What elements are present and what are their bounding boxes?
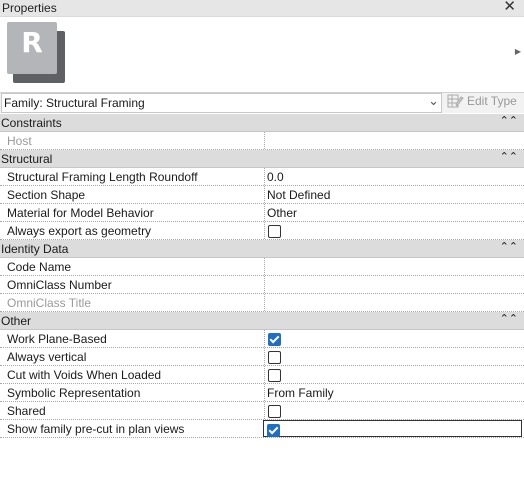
group-header-other[interactable]: Other ⌃⌃ bbox=[0, 312, 524, 330]
property-value: From Family bbox=[267, 386, 334, 400]
properties-grid: Constraints ⌃⌃ Host Structural ⌃⌃ Struct… bbox=[0, 114, 524, 438]
group-header-constraints[interactable]: Constraints ⌃⌃ bbox=[0, 114, 524, 132]
type-selector-value: Family: Structural Framing bbox=[4, 96, 145, 110]
collapse-icon[interactable]: ⌃⌃ bbox=[500, 150, 518, 163]
property-name: Section Shape bbox=[7, 188, 86, 202]
edit-type-button[interactable]: Edit Type bbox=[447, 94, 517, 109]
panel-title: Properties bbox=[2, 1, 57, 15]
property-value-cell[interactable] bbox=[264, 276, 522, 293]
group-label: Identity Data bbox=[1, 242, 69, 256]
property-value-cell[interactable]: Other bbox=[264, 204, 522, 221]
edit-type-icon bbox=[447, 94, 464, 108]
property-value-cell bbox=[264, 348, 522, 365]
property-name: Host bbox=[7, 134, 32, 148]
property-name: Always export as geometry bbox=[7, 224, 152, 238]
property-name: Material for Model Behavior bbox=[7, 206, 154, 220]
property-row-cut-voids[interactable]: Cut with Voids When Loaded bbox=[0, 366, 524, 384]
property-name: Code Name bbox=[7, 260, 72, 274]
property-row-export-geometry[interactable]: Always export as geometry bbox=[0, 222, 524, 240]
property-row-omniclass-number[interactable]: OmniClass Number bbox=[0, 276, 524, 294]
close-icon[interactable]: ✕ bbox=[503, 0, 516, 15]
property-value-cell[interactable] bbox=[264, 258, 522, 275]
property-value-cell bbox=[263, 420, 522, 437]
property-row-code-name[interactable]: Code Name bbox=[0, 258, 524, 276]
property-row-material-behavior[interactable]: Material for Model Behavior Other bbox=[0, 204, 524, 222]
property-row-symbolic-representation[interactable]: Symbolic Representation From Family bbox=[0, 384, 524, 402]
collapse-icon[interactable]: ⌃⌃ bbox=[500, 312, 518, 325]
property-name: OmniClass Number bbox=[7, 278, 112, 292]
property-name: OmniClass Title bbox=[7, 296, 92, 310]
collapse-icon[interactable]: ⌃⌃ bbox=[500, 114, 518, 127]
always-vertical-checkbox[interactable] bbox=[268, 351, 281, 364]
property-name: Work Plane-Based bbox=[7, 332, 107, 346]
property-name: Cut with Voids When Loaded bbox=[7, 368, 162, 382]
type-preview-area: R ▶ bbox=[0, 16, 524, 93]
logo-letter: R bbox=[21, 26, 43, 59]
property-name: Show family pre-cut in plan views bbox=[7, 422, 185, 436]
property-value-cell bbox=[264, 402, 522, 419]
group-label: Other bbox=[1, 314, 32, 328]
property-value-cell bbox=[264, 222, 522, 239]
group-header-identity-data[interactable]: Identity Data ⌃⌃ bbox=[0, 240, 524, 258]
property-row-host: Host bbox=[0, 132, 524, 150]
property-value: 0.0 bbox=[267, 170, 284, 184]
property-value: Other bbox=[267, 206, 298, 220]
cut-voids-checkbox[interactable] bbox=[268, 369, 281, 382]
property-value-cell bbox=[264, 366, 522, 383]
property-value-cell[interactable]: From Family bbox=[264, 384, 522, 401]
edit-type-label: Edit Type bbox=[467, 94, 517, 108]
property-name: Structural Framing Length Roundoff bbox=[7, 170, 198, 184]
export-geometry-checkbox[interactable] bbox=[268, 225, 281, 238]
property-row-section-shape[interactable]: Section Shape Not Defined bbox=[0, 186, 524, 204]
revit-family-icon: R bbox=[7, 22, 65, 84]
group-label: Constraints bbox=[1, 116, 62, 130]
group-label: Structural bbox=[1, 152, 53, 166]
property-name: Symbolic Representation bbox=[7, 386, 141, 400]
property-row-length-roundoff[interactable]: Structural Framing Length Roundoff 0.0 bbox=[0, 168, 524, 186]
property-value-cell bbox=[264, 132, 522, 149]
collapse-icon[interactable]: ⌃⌃ bbox=[500, 240, 518, 253]
chevron-down-icon[interactable]: ⌄ bbox=[428, 93, 439, 109]
type-selector-dropdown[interactable]: Family: Structural Framing ⌄ bbox=[1, 93, 442, 113]
property-row-omniclass-title: OmniClass Title bbox=[0, 294, 524, 312]
property-value-cell[interactable]: 0.0 bbox=[264, 168, 522, 185]
property-value: Not Defined bbox=[267, 188, 331, 202]
property-value-cell bbox=[264, 294, 522, 311]
properties-titlebar: Properties ✕ bbox=[0, 0, 524, 16]
show-precut-checkbox[interactable] bbox=[267, 424, 280, 437]
property-value-cell[interactable]: Not Defined bbox=[264, 186, 522, 203]
property-value-cell bbox=[264, 330, 522, 347]
preview-scroll-icon[interactable]: ▶ bbox=[515, 47, 521, 56]
group-header-structural[interactable]: Structural ⌃⌃ bbox=[0, 150, 524, 168]
property-name: Always vertical bbox=[7, 350, 87, 364]
property-name: Shared bbox=[7, 404, 46, 418]
property-row-work-plane-based[interactable]: Work Plane-Based bbox=[0, 330, 524, 348]
property-row-shared[interactable]: Shared bbox=[0, 402, 524, 420]
shared-checkbox[interactable] bbox=[268, 405, 281, 418]
work-plane-based-checkbox[interactable] bbox=[268, 333, 281, 346]
property-row-show-precut[interactable]: Show family pre-cut in plan views bbox=[0, 420, 524, 438]
type-selector-bar: Family: Structural Framing ⌄ Edit Type bbox=[0, 92, 524, 113]
property-row-always-vertical[interactable]: Always vertical bbox=[0, 348, 524, 366]
